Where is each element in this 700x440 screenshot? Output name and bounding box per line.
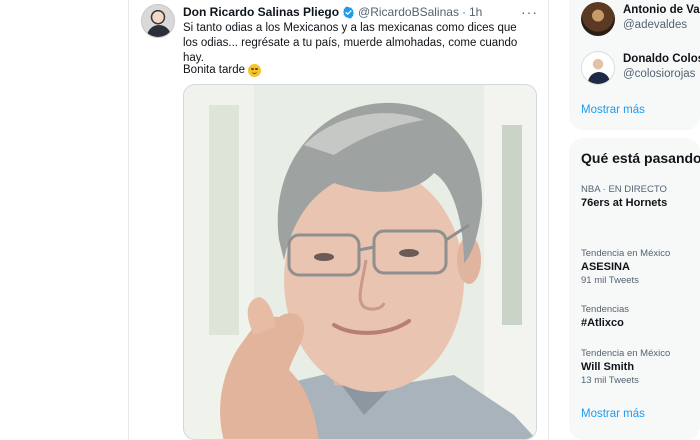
- trend-context: Tendencias: [581, 304, 630, 315]
- man-portrait-image: [184, 85, 536, 439]
- follow-name[interactable]: Antonio de Val: [623, 4, 700, 16]
- author-name[interactable]: Don Ricardo Salinas Pliego: [183, 5, 339, 19]
- tweet-text: Si tanto odias a los Mexicanos y a las m…: [183, 22, 518, 64]
- author-handle[interactable]: @RicardoBSalinas: [358, 5, 459, 19]
- trend-item[interactable]: Tendencia en México Will Smith 13 mil Tw…: [581, 348, 699, 387]
- tweet[interactable]: Don Ricardo Salinas Pliego @RicardoBSali…: [129, 0, 548, 440]
- tweet-time[interactable]: 1h: [469, 5, 482, 19]
- show-more-trends-link[interactable]: Mostrar más: [581, 408, 645, 420]
- trend-count: 91 mil Tweets: [581, 275, 639, 286]
- trend-context: Tendencia en México: [581, 348, 671, 359]
- trend-item[interactable]: Tendencia en México ASESINA 91 mil Tweet…: [581, 248, 699, 287]
- trend-context: NBA · EN DIRECTO: [581, 184, 667, 195]
- follow-handle: @adevaldes: [623, 19, 688, 31]
- feed-divider: [548, 0, 549, 440]
- trend-name[interactable]: 76ers at Hornets: [581, 196, 699, 211]
- follow-suggestion[interactable]: Antonio de Val @adevaldes: [581, 2, 700, 38]
- follow-avatar[interactable]: [581, 2, 615, 36]
- author-avatar[interactable]: [141, 4, 175, 38]
- trends-panel: Qué está pasando NBA · EN DIRECTO 76ers …: [569, 138, 700, 440]
- tweet-text-line2: Bonita tarde: [183, 63, 262, 78]
- follow-name[interactable]: Donaldo Colosi: [623, 53, 700, 65]
- trend-name[interactable]: ASESINA: [581, 260, 699, 275]
- trend-item[interactable]: NBA · EN DIRECTO 76ers at Hornets: [581, 184, 699, 211]
- tweet-photo[interactable]: [183, 84, 537, 440]
- trends-title: Qué está pasando: [581, 150, 700, 166]
- tweet-header: Don Ricardo Salinas Pliego @RicardoBSali…: [183, 4, 543, 20]
- left-gutter: [0, 0, 128, 440]
- trend-count: 13 mil Tweets: [581, 375, 639, 386]
- verified-badge-icon: [343, 6, 354, 18]
- follow-handle: @colosiorojas: [623, 68, 696, 80]
- trend-context: Tendencia en México: [581, 248, 671, 259]
- trend-name[interactable]: Will Smith: [581, 360, 699, 375]
- trend-item[interactable]: Tendencias #Atlixco: [581, 304, 699, 331]
- follow-avatar[interactable]: [581, 51, 615, 85]
- more-icon[interactable]: ···: [521, 4, 538, 20]
- relieved-face-emoji-icon: [248, 64, 262, 77]
- trend-name[interactable]: #Atlixco: [581, 316, 699, 331]
- follow-suggestion[interactable]: Donaldo Colosi @colosiorojas: [581, 51, 700, 87]
- tweet-text-greeting: Bonita tarde: [183, 64, 246, 76]
- separator-dot: ·: [461, 5, 466, 19]
- show-more-follow-link[interactable]: Mostrar más: [581, 104, 645, 116]
- right-sidebar: Antonio de Val @adevaldes Donaldo Colosi…: [569, 0, 700, 440]
- who-to-follow-panel: Antonio de Val @adevaldes Donaldo Colosi…: [569, 0, 700, 130]
